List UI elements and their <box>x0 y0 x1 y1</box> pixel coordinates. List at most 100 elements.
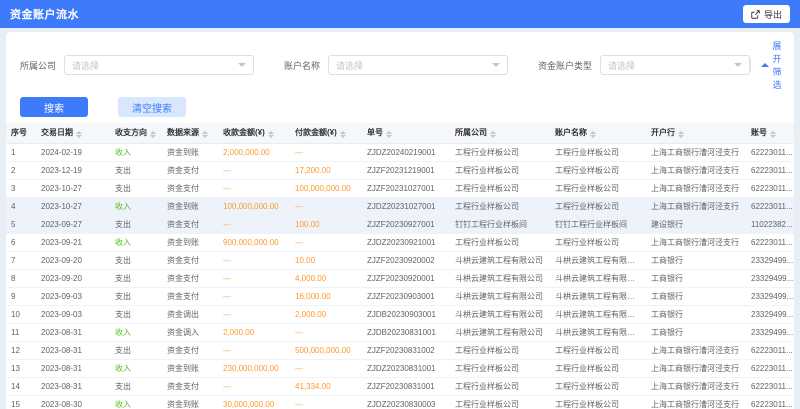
sort-icon[interactable] <box>386 131 392 138</box>
column-label: 交易日期 <box>41 128 73 137</box>
cell-account_name: 斗栱云建筑工程有限公司 <box>550 269 646 287</box>
cell-bank: 工商银行 <box>646 269 746 287</box>
sort-icon[interactable] <box>76 131 82 138</box>
column-header-payment[interactable]: 付款金额(¥) <box>290 123 362 143</box>
account-type-select[interactable]: 请选择 <box>600 55 750 75</box>
cell-company: 工程行业样板公司 <box>450 233 550 251</box>
cell-company: 工程行业样板公司 <box>450 197 550 215</box>
cell-index: 5 <box>6 215 36 233</box>
cell-index: 11 <box>6 323 36 341</box>
cell-account_no: 62223011... <box>746 143 794 161</box>
clear-search-button[interactable]: 清空搜索 <box>118 97 186 117</box>
export-button-label: 导出 <box>764 8 782 21</box>
cell-payment: --- <box>290 395 362 409</box>
sort-icon[interactable] <box>340 131 346 138</box>
cell-account_name: 工程行业样板公司 <box>550 359 646 377</box>
cell-payment: 100.00 <box>290 215 362 233</box>
cell-index: 10 <box>6 305 36 323</box>
cell-order_no: ZJZF20230831001 <box>362 377 450 395</box>
cell-bank: 工商银行 <box>646 323 746 341</box>
column-header-company[interactable]: 所属公司 <box>450 123 550 143</box>
sort-icon[interactable] <box>202 131 208 138</box>
cell-company: 斗栱云建筑工程有限公司 <box>450 251 550 269</box>
cell-income: --- <box>218 377 290 395</box>
sort-icon[interactable] <box>150 131 156 138</box>
cell-order_no: ZJDB20230903001 <box>362 305 450 323</box>
cell-date: 2023-08-31 <box>36 359 110 377</box>
cell-account_no: 23329499... <box>746 287 794 305</box>
cell-bank: 上海工商银行漕河泾支行 <box>646 161 746 179</box>
company-select[interactable]: 请选择 <box>64 55 254 75</box>
cell-bank: 上海工商银行漕河泾支行 <box>646 377 746 395</box>
column-label: 付款金额(¥) <box>295 128 337 137</box>
table-row: 122023-08-31支出资金支付---500,000,000.00ZJZF2… <box>6 341 794 359</box>
cell-account_no: 62223011... <box>746 197 794 215</box>
cell-company: 工程行业样板公司 <box>450 377 550 395</box>
column-header-order_no[interactable]: 单号 <box>362 123 450 143</box>
cell-bank: 上海工商银行漕河泾支行 <box>646 395 746 409</box>
cell-account_no: 62223011... <box>746 341 794 359</box>
column-header-direction[interactable]: 收支方向 <box>110 123 162 143</box>
cell-source: 资金支付 <box>162 377 218 395</box>
cell-order_no: ZJZF20230920001 <box>362 269 450 287</box>
cell-account_no: 62223011... <box>746 233 794 251</box>
cell-source: 资金到账 <box>162 359 218 377</box>
cell-account_name: 斗栱云建筑工程有限公司 <box>550 287 646 305</box>
cell-bank: 工商银行 <box>646 251 746 269</box>
sort-icon[interactable] <box>268 131 274 138</box>
cell-payment: --- <box>290 359 362 377</box>
cell-direction: 收入 <box>110 395 162 409</box>
cell-company: 工程行业样板公司 <box>450 395 550 409</box>
cell-date: 2023-08-31 <box>36 323 110 341</box>
cell-account_name: 工程行业样板公司 <box>550 395 646 409</box>
cell-index: 12 <box>6 341 36 359</box>
expand-filters-label: 展开筛选 <box>773 39 783 91</box>
cell-income: --- <box>218 215 290 233</box>
column-label: 收支方向 <box>115 128 147 137</box>
cell-company: 工程行业样板公司 <box>450 143 550 161</box>
cell-income: 30,000,000.00 <box>218 395 290 409</box>
cell-date: 2023-10-27 <box>36 179 110 197</box>
cell-date: 2023-12-19 <box>36 161 110 179</box>
sort-icon[interactable] <box>770 131 776 138</box>
table-row: 22023-12-19支出资金支付---17,200.00ZJZF2023121… <box>6 161 794 179</box>
table-row: 152023-08-30收入资金到账30,000,000.00---ZJDZ20… <box>6 395 794 409</box>
cell-order_no: ZJZF20230920002 <box>362 251 450 269</box>
table-row: 142023-08-31支出资金支付---41,334.00ZJZF202308… <box>6 377 794 395</box>
chevron-down-icon <box>238 63 246 67</box>
column-header-bank[interactable]: 开户行 <box>646 123 746 143</box>
cell-account_name: 工程行业样板公司 <box>550 161 646 179</box>
search-button[interactable]: 搜索 <box>20 97 88 117</box>
column-header-account_name[interactable]: 账户名称 <box>550 123 646 143</box>
cell-income: 2,000,000.00 <box>218 143 290 161</box>
cell-account_no: 11022382... <box>746 215 794 233</box>
table-wrap: 序号交易日期收支方向数据来源收款金额(¥)付款金额(¥)单号所属公司账户名称开户… <box>6 123 794 409</box>
cell-date: 2023-10-27 <box>36 197 110 215</box>
cell-index: 3 <box>6 179 36 197</box>
cell-index: 15 <box>6 395 36 409</box>
column-header-date[interactable]: 交易日期 <box>36 123 110 143</box>
cell-payment: --- <box>290 143 362 161</box>
cell-date: 2023-09-03 <box>36 287 110 305</box>
cell-bank: 建设银行 <box>646 215 746 233</box>
table-row: 112023-08-31收入资金调入2,000.00---ZJDB2023083… <box>6 323 794 341</box>
export-button[interactable]: 导出 <box>743 5 790 23</box>
cell-bank: 工商银行 <box>646 287 746 305</box>
cell-payment: 10.00 <box>290 251 362 269</box>
sort-icon[interactable] <box>490 131 496 138</box>
cell-index: 2 <box>6 161 36 179</box>
column-label: 所属公司 <box>455 128 487 137</box>
cell-company: 工程行业样板公司 <box>450 161 550 179</box>
expand-filters-link[interactable]: 展开筛选 <box>761 39 783 91</box>
column-header-source[interactable]: 数据来源 <box>162 123 218 143</box>
cell-income: --- <box>218 179 290 197</box>
column-header-income[interactable]: 收款金额(¥) <box>218 123 290 143</box>
sort-icon[interactable] <box>590 131 596 138</box>
account-name-select-placeholder: 请选择 <box>336 59 363 72</box>
cell-direction: 支出 <box>110 377 162 395</box>
account-name-select[interactable]: 请选择 <box>328 55 508 75</box>
column-header-account_no[interactable]: 账号 <box>746 123 794 143</box>
cell-index: 1 <box>6 143 36 161</box>
sort-icon[interactable] <box>678 131 684 138</box>
cell-index: 9 <box>6 287 36 305</box>
